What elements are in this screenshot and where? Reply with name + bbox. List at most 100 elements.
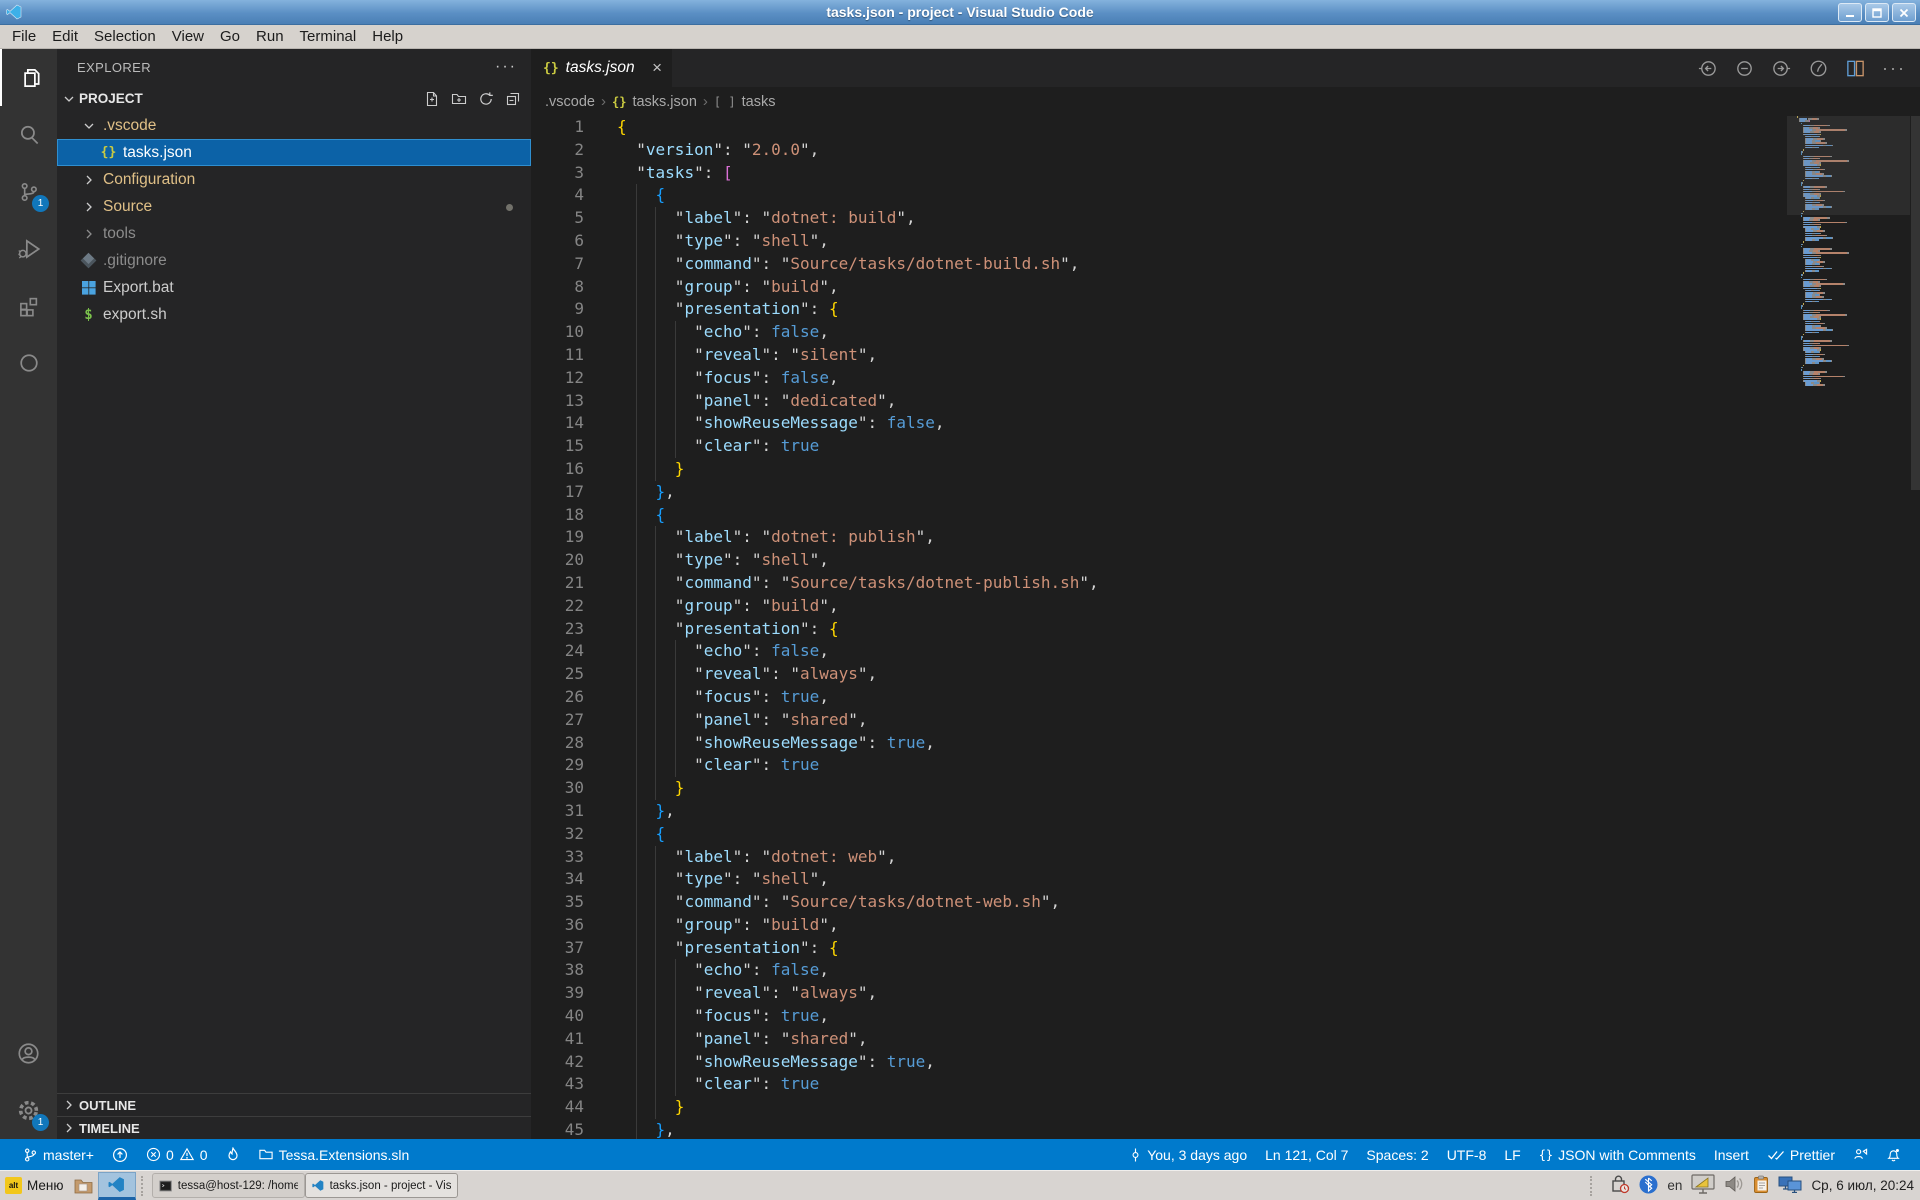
- code-line[interactable]: 11 "reveal": "silent",: [531, 344, 1920, 367]
- minimap[interactable]: [1797, 116, 1910, 387]
- breadcrumb-file[interactable]: tasks.json: [632, 94, 696, 110]
- code-line[interactable]: 7 "command": "Source/tasks/dotnet-build.…: [531, 253, 1920, 276]
- cursor-position-status[interactable]: Ln 121, Col 7: [1256, 1147, 1357, 1163]
- terminal-window-button[interactable]: tessa@host-129: /home/te...: [152, 1173, 305, 1198]
- tree-item--gitignore[interactable]: .gitignore: [57, 247, 531, 274]
- tree-item-tasks-json[interactable]: {}tasks.json: [57, 139, 531, 166]
- git-branch-status[interactable]: master+: [14, 1147, 103, 1163]
- code-line[interactable]: 39 "reveal": "always",: [531, 982, 1920, 1005]
- maximize-button[interactable]: [1865, 3, 1889, 22]
- eol-status[interactable]: LF: [1495, 1147, 1529, 1163]
- code-line[interactable]: 36 "group": "build",: [531, 914, 1920, 937]
- menu-file[interactable]: File: [4, 25, 44, 49]
- feedback-button[interactable]: [1844, 1147, 1877, 1162]
- code-line[interactable]: 5 "label": "dotnet: build",: [531, 207, 1920, 230]
- publish-changes-button[interactable]: [103, 1147, 137, 1163]
- section-timeline[interactable]: TIMELINE: [57, 1116, 531, 1139]
- code-line[interactable]: 14 "showReuseMessage": false,: [531, 412, 1920, 435]
- tree-item-configuration[interactable]: Configuration: [57, 166, 531, 193]
- code-line[interactable]: 10 "echo": false,: [531, 321, 1920, 344]
- code-line[interactable]: 8 "group": "build",: [531, 276, 1920, 299]
- blame-status[interactable]: You, 3 days ago: [1120, 1147, 1256, 1163]
- activity-files-button[interactable]: [0, 49, 57, 106]
- code-line[interactable]: 44 }: [531, 1096, 1920, 1119]
- menu-help[interactable]: Help: [364, 25, 411, 49]
- code-line[interactable]: 1{: [531, 116, 1920, 139]
- code-line[interactable]: 37 "presentation": {: [531, 937, 1920, 960]
- sidebar-more-icon[interactable]: ···: [495, 58, 517, 76]
- code-line[interactable]: 25 "reveal": "always",: [531, 663, 1920, 686]
- bluetooth-indicator[interactable]: [1639, 1175, 1658, 1197]
- menu-edit[interactable]: Edit: [44, 25, 86, 49]
- code-line[interactable]: 26 "focus": true,: [531, 686, 1920, 709]
- code-line[interactable]: 9 "presentation": {: [531, 298, 1920, 321]
- new-folder-icon[interactable]: [451, 91, 467, 107]
- activity-account-button[interactable]: [0, 1025, 57, 1082]
- indentation-status[interactable]: Spaces: 2: [1357, 1147, 1437, 1163]
- history-icon[interactable]: [1808, 58, 1829, 79]
- display-settings-indicator[interactable]: [1691, 1174, 1715, 1197]
- clock[interactable]: Ср, 6 июл, 20:24: [1811, 1178, 1914, 1193]
- project-section-header[interactable]: PROJECT: [57, 85, 531, 112]
- section-outline[interactable]: OUTLINE: [57, 1093, 531, 1116]
- minimize-button[interactable]: [1838, 3, 1862, 22]
- code-line[interactable]: 33 "label": "dotnet: web",: [531, 846, 1920, 869]
- activity-settings-gear-button[interactable]: 1: [0, 1082, 57, 1139]
- breadcrumb-symbol[interactable]: tasks: [742, 94, 776, 110]
- code-line[interactable]: 41 "panel": "shared",: [531, 1028, 1920, 1051]
- new-file-icon[interactable]: [424, 91, 440, 107]
- code-line[interactable]: 35 "command": "Source/tasks/dotnet-web.s…: [531, 891, 1920, 914]
- code-line[interactable]: 3 "tasks": [: [531, 162, 1920, 185]
- formatter-status[interactable]: Prettier: [1758, 1147, 1844, 1163]
- refresh-icon[interactable]: [478, 91, 494, 107]
- tab-tasks-json[interactable]: {} tasks.json ×: [531, 49, 672, 87]
- collapse-all-icon[interactable]: [505, 91, 521, 107]
- code-line[interactable]: 38 "echo": false,: [531, 959, 1920, 982]
- code-line[interactable]: 2 "version": "2.0.0",: [531, 139, 1920, 162]
- menu-go[interactable]: Go: [212, 25, 248, 49]
- code-line[interactable]: 32 {: [531, 823, 1920, 846]
- minimap-slider[interactable]: [1787, 116, 1910, 215]
- code-line[interactable]: 6 "type": "shell",: [531, 230, 1920, 253]
- code-line[interactable]: 28 "showReuseMessage": true,: [531, 732, 1920, 755]
- keyboard-layout-indicator[interactable]: en: [1667, 1178, 1682, 1193]
- code-line[interactable]: 12 "focus": false,: [531, 367, 1920, 390]
- code-line[interactable]: 15 "clear": true: [531, 435, 1920, 458]
- nav-back-icon[interactable]: [1697, 58, 1718, 79]
- volume-indicator[interactable]: [1724, 1175, 1744, 1196]
- tree-item-export-sh[interactable]: $export.sh: [57, 301, 531, 328]
- code-line[interactable]: 24 "echo": false,: [531, 640, 1920, 663]
- code-line[interactable]: 17 },: [531, 481, 1920, 504]
- more-actions-icon[interactable]: ···: [1882, 63, 1906, 73]
- close-button[interactable]: [1892, 3, 1916, 22]
- tree-item-export-bat[interactable]: Export.bat: [57, 274, 531, 301]
- vertical-scrollbar[interactable]: [1911, 116, 1920, 490]
- problems-status[interactable]: 0 0: [137, 1147, 217, 1163]
- code-line[interactable]: 40 "focus": true,: [531, 1005, 1920, 1028]
- vscode-window-button[interactable]: tasks.json - project - Visual ...: [305, 1173, 458, 1198]
- code-line[interactable]: 27 "panel": "shared",: [531, 709, 1920, 732]
- code-line[interactable]: 34 "type": "shell",: [531, 868, 1920, 891]
- start-menu-button[interactable]: alt Меню: [0, 1172, 69, 1200]
- menu-view[interactable]: View: [164, 25, 212, 49]
- code-editor[interactable]: 1{2 "version": "2.0.0",3 "tasks": [4 {5 …: [531, 116, 1920, 1139]
- solution-status[interactable]: Tessa.Extensions.sln: [249, 1147, 419, 1163]
- notifications-button[interactable]: [1877, 1147, 1910, 1163]
- screen-lock-indicator[interactable]: [1610, 1175, 1630, 1197]
- code-line[interactable]: 22 "group": "build",: [531, 595, 1920, 618]
- code-line[interactable]: 43 "clear": true: [531, 1073, 1920, 1096]
- tab-close-icon[interactable]: ×: [652, 58, 662, 78]
- clipboard-indicator[interactable]: [1753, 1175, 1769, 1197]
- code-line[interactable]: 18 {: [531, 504, 1920, 527]
- vscode-launcher[interactable]: [98, 1172, 136, 1200]
- code-line[interactable]: 23 "presentation": {: [531, 618, 1920, 641]
- menu-run[interactable]: Run: [248, 25, 292, 49]
- code-line[interactable]: 21 "command": "Source/tasks/dotnet-publi…: [531, 572, 1920, 595]
- code-line[interactable]: 45 },: [531, 1119, 1920, 1139]
- menu-terminal[interactable]: Terminal: [292, 25, 365, 49]
- code-line[interactable]: 20 "type": "shell",: [531, 549, 1920, 572]
- code-line[interactable]: 42 "showReuseMessage": true,: [531, 1051, 1920, 1074]
- activity-circle-extension-button[interactable]: [0, 334, 57, 391]
- activity-run-debug-button[interactable]: [0, 220, 57, 277]
- code-line[interactable]: 16 }: [531, 458, 1920, 481]
